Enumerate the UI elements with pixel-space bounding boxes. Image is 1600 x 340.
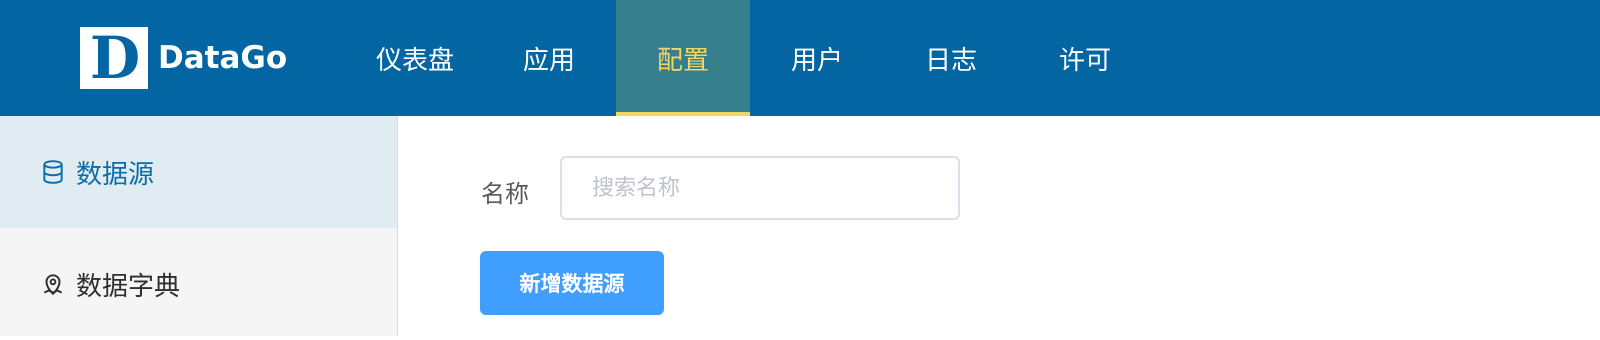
map-pin-icon: [40, 271, 66, 297]
database-icon: [40, 159, 66, 185]
main-content: 名称 新增数据源: [399, 116, 1600, 336]
sidebar-item-label: 数据源: [76, 159, 155, 190]
nav-item-license[interactable]: 许可: [1018, 0, 1152, 116]
brand-name: DataGo: [158, 40, 288, 76]
nav-item-logs[interactable]: 日志: [884, 0, 1018, 116]
nav-item-apps[interactable]: 应用: [482, 0, 616, 116]
nav-item-config[interactable]: 配置: [616, 0, 750, 116]
top-navbar: D DataGo 仪表盘 应用 配置 用户 日志 许可: [0, 0, 1600, 116]
name-filter-label: 名称: [481, 180, 529, 208]
sidebar-item-datasource[interactable]: 数据源: [0, 116, 397, 228]
sidebar: 数据源 数据字典: [0, 116, 398, 336]
logo-mark-letter: D: [89, 24, 140, 92]
add-datasource-button[interactable]: 新增数据源: [480, 251, 664, 315]
logo-mark: D: [80, 27, 148, 89]
brand-logo[interactable]: D DataGo: [80, 27, 288, 89]
nav-item-dashboard[interactable]: 仪表盘: [348, 0, 482, 116]
main-nav: 仪表盘 应用 配置 用户 日志 许可: [348, 0, 1152, 116]
sidebar-item-data-dictionary[interactable]: 数据字典: [0, 228, 397, 340]
name-search-input[interactable]: [560, 156, 960, 220]
sidebar-item-label: 数据字典: [76, 271, 181, 302]
nav-item-users[interactable]: 用户: [750, 0, 884, 116]
